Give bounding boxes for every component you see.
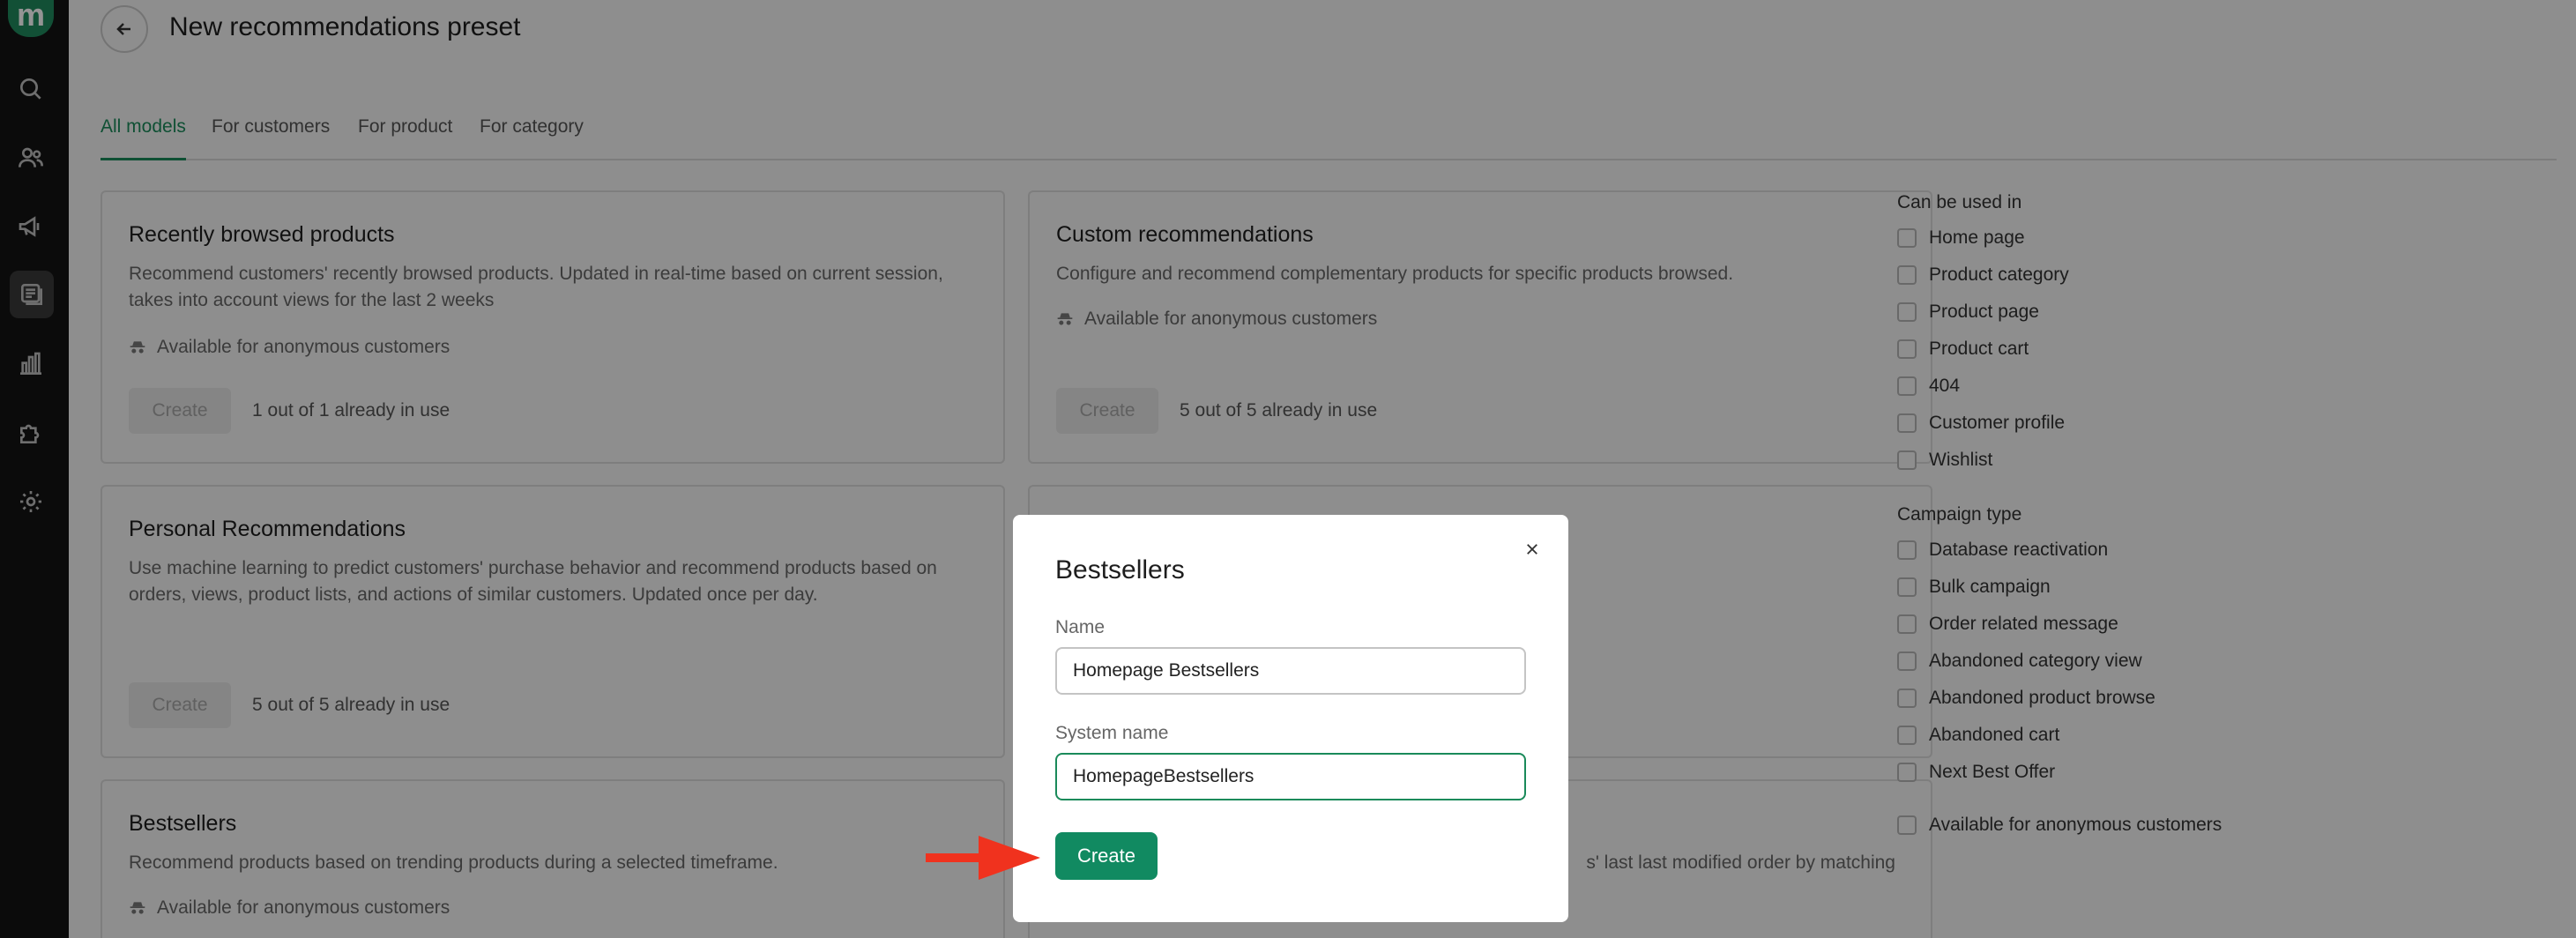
create-button[interactable]: Create bbox=[1055, 832, 1158, 880]
annotation-arrow-icon bbox=[926, 836, 1040, 880]
name-label: Name bbox=[1055, 617, 1106, 637]
name-input[interactable] bbox=[1055, 647, 1526, 695]
close-button[interactable] bbox=[1519, 536, 1545, 562]
create-preset-dialog: Bestsellers Name System name Create bbox=[1013, 515, 1568, 922]
system-name-label: System name bbox=[1055, 723, 1169, 743]
close-icon bbox=[1527, 544, 1537, 555]
dialog-title: Bestsellers bbox=[1055, 555, 1185, 584]
system-name-input[interactable] bbox=[1055, 753, 1526, 800]
